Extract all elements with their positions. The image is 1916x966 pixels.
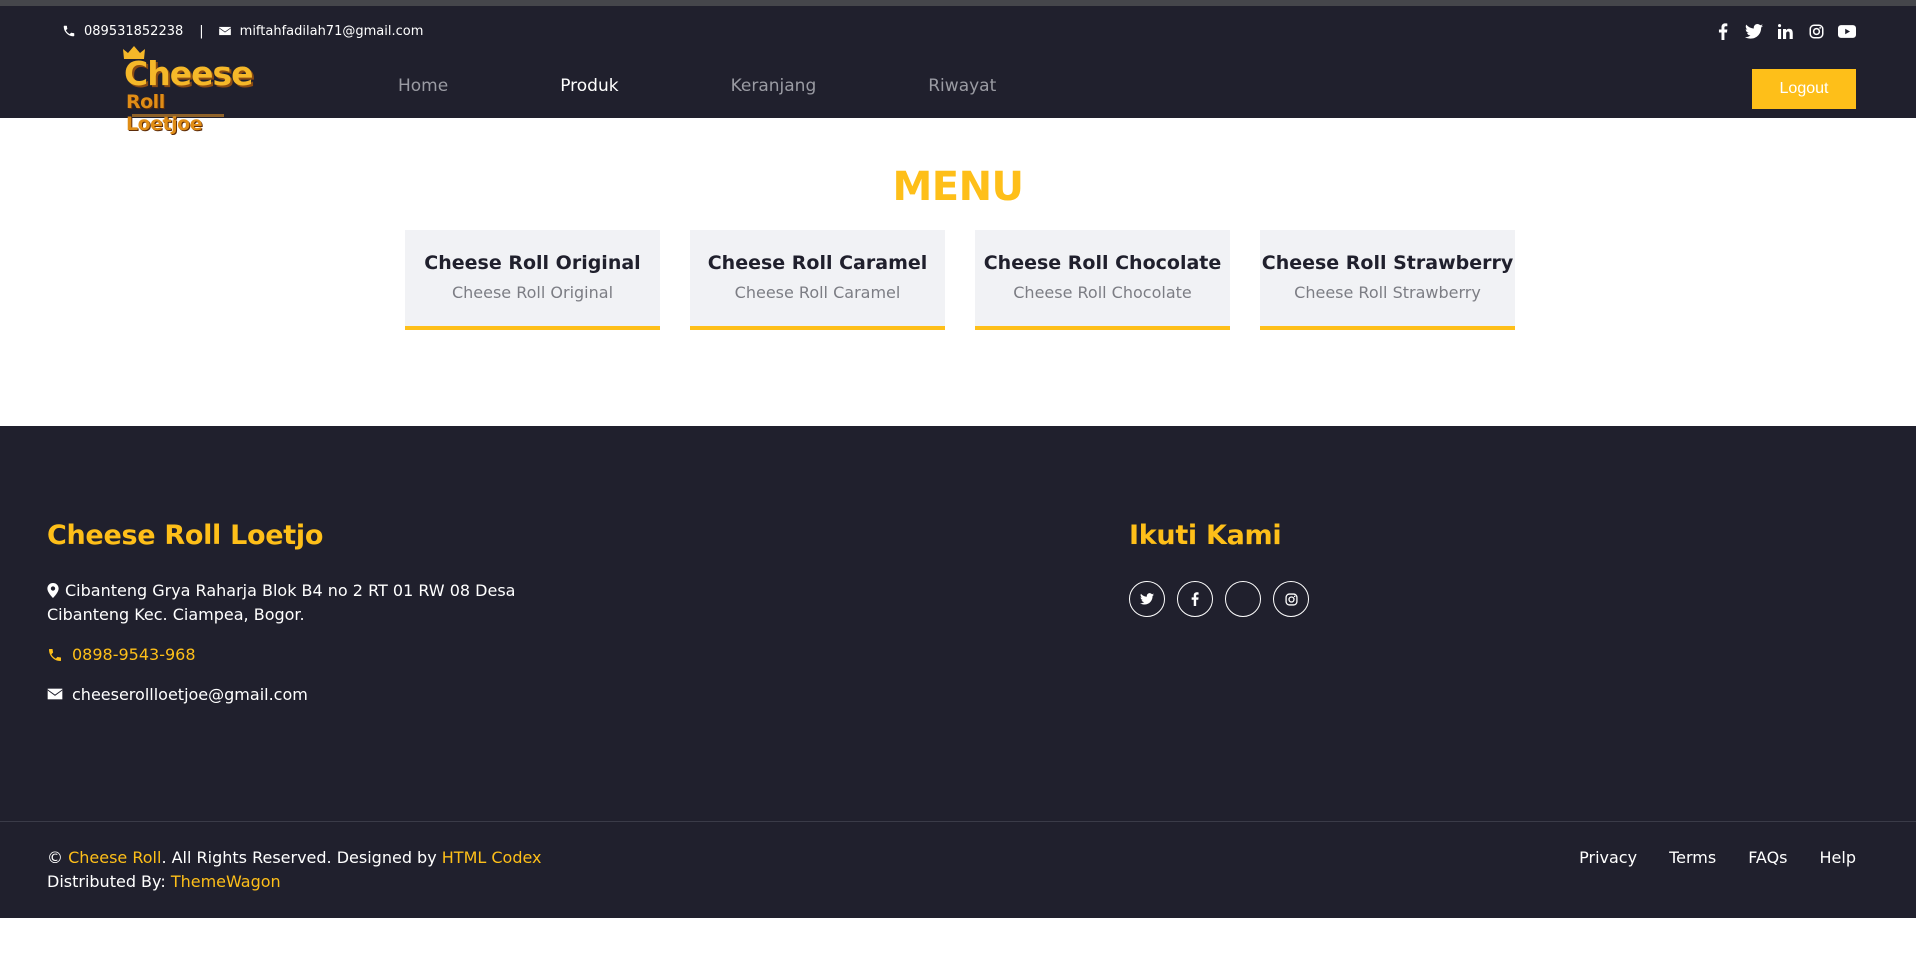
footer-link-faqs[interactable]: FAQs (1748, 846, 1787, 870)
distributor-link[interactable]: ThemeWagon (171, 872, 281, 891)
map-marker-icon (47, 581, 59, 598)
card-subtitle: Cheese Roll Strawberry (1294, 283, 1481, 302)
card-subtitle: Cheese Roll Chocolate (1013, 283, 1192, 302)
youtube-icon[interactable] (1838, 22, 1856, 40)
site-logo[interactable]: Cheese Roll Loetjoe (120, 46, 253, 135)
menu-card-caramel[interactable]: Cheese Roll Caramel Cheese Roll Caramel (690, 230, 945, 330)
copyright-line-2: Distributed By: ThemeWagon (47, 870, 542, 894)
logo-line-1: Cheese (124, 54, 253, 93)
designer-link[interactable]: HTML Codex (442, 848, 542, 867)
linkedin-icon[interactable] (1776, 22, 1794, 40)
phone-icon (62, 24, 76, 38)
copyright-prefix: © (47, 848, 69, 867)
footer-links: Privacy Terms FAQs Help (1547, 846, 1856, 870)
topbar-contact: 089531852238 | miftahfadilah71@gmail.com (62, 16, 423, 46)
card-title: Cheese Roll Caramel (707, 252, 928, 274)
envelope-icon (47, 687, 63, 703)
facebook-icon[interactable] (1714, 22, 1732, 40)
nav-item-keranjang[interactable]: Keranjang (731, 76, 817, 96)
footer-address-text: Cibanteng Grya Raharja Blok B4 no 2 RT 0… (47, 581, 516, 624)
distributed-prefix: Distributed By: (47, 872, 171, 891)
logo-line-2: Roll Loetjoe (126, 91, 203, 135)
footer-divider (0, 821, 1916, 822)
footer-link-help[interactable]: Help (1820, 846, 1856, 870)
footer-address: Cibanteng Grya Raharja Blok B4 no 2 RT 0… (47, 579, 527, 627)
menu-cards: Cheese Roll Original Cheese Roll Origina… (405, 230, 1515, 330)
footer-phone-text[interactable]: 0898-9543-968 (72, 645, 196, 664)
copyright: © Cheese Roll. All Rights Reserved. Desi… (47, 846, 542, 894)
nav-item-home[interactable]: Home (398, 76, 448, 96)
topbar-social-links (1701, 16, 1856, 46)
site-header: 089531852238 | miftahfadilah71@gmail.com… (0, 6, 1916, 135)
facebook-icon[interactable] (1177, 581, 1213, 617)
instagram-icon[interactable] (1807, 22, 1825, 40)
main-nav: Home Produk Keranjang Riwayat (398, 76, 1108, 96)
footer-brand-title: Cheese Roll Loetjo (47, 520, 324, 551)
card-title: Cheese Roll Strawberry (1261, 252, 1514, 274)
nav-item-riwayat[interactable]: Riwayat (928, 76, 996, 96)
footer-link-privacy[interactable]: Privacy (1579, 846, 1637, 870)
blank-icon[interactable] (1225, 581, 1261, 617)
topbar-email: miftahfadilah71@gmail.com (239, 23, 424, 39)
copyright-line-1: © Cheese Roll. All Rights Reserved. Desi… (47, 846, 542, 870)
footer-link-terms[interactable]: Terms (1669, 846, 1716, 870)
site-footer: Cheese Roll Loetjo Cibanteng Grya Raharj… (0, 426, 1916, 918)
logo-underline (132, 114, 224, 117)
logout-button[interactable]: Logout (1752, 69, 1856, 109)
instagram-icon[interactable] (1273, 581, 1309, 617)
card-title: Cheese Roll Chocolate (983, 252, 1222, 274)
envelope-icon (218, 24, 232, 38)
footer-follow-title: Ikuti Kami (1129, 520, 1282, 551)
page-title: MENU (892, 164, 1024, 210)
twitter-icon[interactable] (1129, 581, 1165, 617)
menu-card-original[interactable]: Cheese Roll Original Cheese Roll Origina… (405, 230, 660, 330)
card-title: Cheese Roll Original (424, 252, 641, 274)
footer-email: cheeserollloetjoe@gmail.com (47, 685, 308, 704)
footer-phone: 0898-9543-968 (47, 645, 196, 664)
footer-email-text[interactable]: cheeserollloetjoe@gmail.com (72, 685, 308, 704)
copyright-middle: . All Rights Reserved. Designed by (161, 848, 442, 867)
topbar-phone: 089531852238 (84, 23, 184, 39)
footer-social-links (1129, 581, 1321, 617)
copyright-brand-link[interactable]: Cheese Roll (68, 848, 161, 867)
menu-card-strawberry[interactable]: Cheese Roll Strawberry Cheese Roll Straw… (1260, 230, 1515, 330)
nav-item-produk[interactable]: Produk (560, 76, 618, 96)
card-subtitle: Cheese Roll Caramel (734, 283, 901, 302)
twitter-icon[interactable] (1745, 22, 1763, 40)
topbar-separator: | (199, 23, 204, 39)
card-subtitle: Cheese Roll Original (451, 283, 614, 302)
menu-card-chocolate[interactable]: Cheese Roll Chocolate Cheese Roll Chocol… (975, 230, 1230, 330)
phone-icon (47, 647, 63, 663)
